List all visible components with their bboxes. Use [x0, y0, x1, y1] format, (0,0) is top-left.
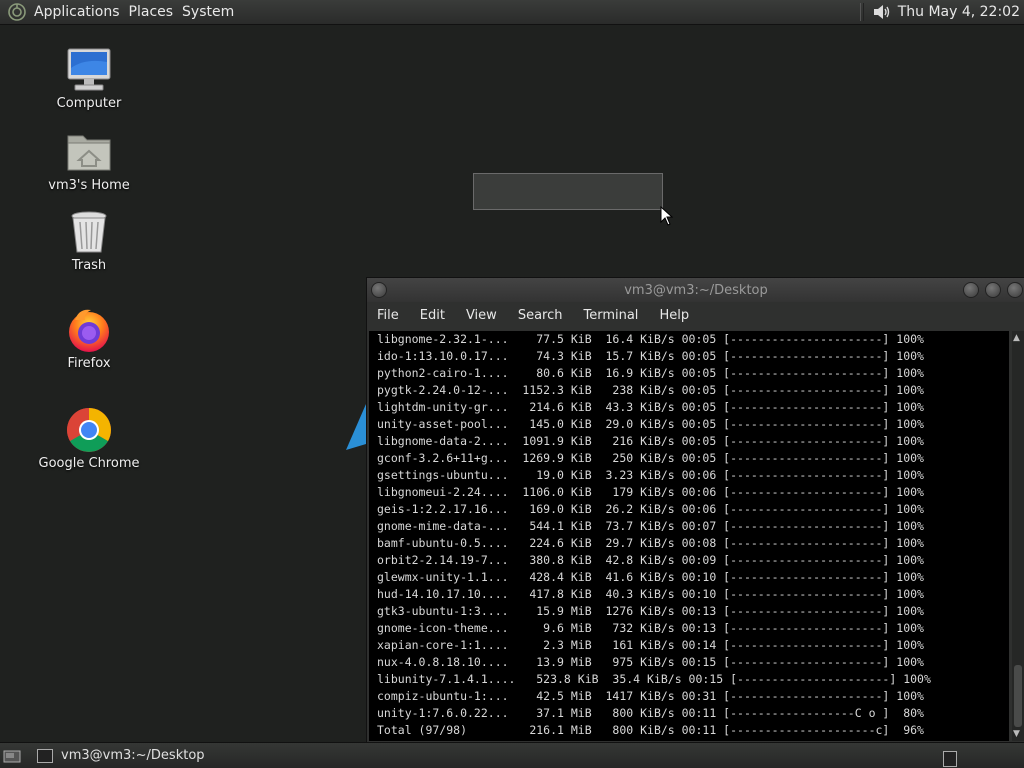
- clock[interactable]: Thu May 4, 22:02: [892, 4, 1024, 20]
- terminal-line: libunity-7.1.4.1.... 523.8 KiB 35.4 KiB/…: [377, 672, 931, 686]
- terminal-line: gconf-3.2.6+11+g... 1269.9 KiB 250 KiB/s…: [377, 451, 924, 465]
- terminal-title: vm3@vm3:~/Desktop: [624, 282, 768, 298]
- terminal-line: libgnome-data-2.... 1091.9 KiB 216 KiB/s…: [377, 434, 924, 448]
- menu-terminal[interactable]: Terminal: [583, 308, 638, 323]
- menu-system[interactable]: System: [182, 4, 243, 20]
- mouse-cursor-icon: [660, 205, 674, 230]
- desktop-icon-computer[interactable]: Computer: [29, 46, 149, 111]
- menu-places[interactable]: Places: [129, 4, 183, 20]
- desktop-icon-home[interactable]: vm3's Home: [29, 128, 149, 193]
- desktop-icon-label: Trash: [71, 258, 107, 273]
- terminal-line: libgnomeui-2.24.... 1106.0 KiB 179 KiB/s…: [377, 485, 924, 499]
- terminal-line: geis-1:2.2.17.16... 169.0 KiB 26.2 KiB/s…: [377, 502, 924, 516]
- show-desktop-icon[interactable]: [3, 748, 21, 764]
- distro-logo-icon[interactable]: [6, 1, 28, 23]
- wallpaper-fragment: [346, 404, 366, 456]
- top-panel: Applications Places System Thu May 4, 22…: [0, 0, 1024, 25]
- menu-search[interactable]: Search: [518, 308, 563, 323]
- window-menu-button[interactable]: [371, 282, 387, 298]
- menu-help[interactable]: Help: [659, 308, 689, 323]
- firefox-icon: [65, 306, 113, 354]
- terminal-line: bamf-ubuntu-0.5.... 224.6 KiB 29.7 KiB/s…: [377, 536, 924, 550]
- terminal-line: lightdm-unity-gr... 214.6 KiB 43.3 KiB/s…: [377, 400, 924, 414]
- terminal-line: orbit2-2.14.19-7... 380.8 KiB 42.8 KiB/s…: [377, 553, 924, 567]
- terminal-line: pygtk-2.24.0-12-... 1152.3 KiB 238 KiB/s…: [377, 383, 924, 397]
- home-folder-icon: [65, 128, 113, 176]
- terminal-menubar: File Edit View Search Terminal Help: [367, 302, 1024, 329]
- minimize-button[interactable]: [963, 282, 979, 298]
- desktop-icon-trash[interactable]: Trash: [29, 208, 149, 273]
- terminal-line: gnome-mime-data-... 544.1 KiB 73.7 KiB/s…: [377, 519, 924, 533]
- scroll-up-icon[interactable]: ▲: [1013, 333, 1020, 343]
- trash-icon: [65, 208, 113, 256]
- bottom-panel: vm3@vm3:~/Desktop: [0, 742, 1024, 768]
- desktop-icon-label: vm3's Home: [48, 178, 130, 193]
- menu-view[interactable]: View: [466, 308, 497, 323]
- terminal-scrollbar[interactable]: ▲ ▼: [1012, 331, 1024, 741]
- menu-applications[interactable]: Applications: [34, 4, 129, 20]
- menu-file[interactable]: File: [377, 308, 399, 323]
- terminal-line: compiz-ubuntu-1:... 42.5 MiB 1417 KiB/s …: [377, 689, 924, 703]
- terminal-line: xapian-core-1:1.... 2.3 MiB 161 KiB/s 00…: [377, 638, 924, 652]
- close-button[interactable]: [1007, 282, 1023, 298]
- chrome-icon: [65, 406, 113, 454]
- terminal-line: ido-1:13.10.0.17... 74.3 KiB 15.7 KiB/s …: [377, 349, 924, 363]
- terminal-window[interactable]: vm3@vm3:~/Desktop File Edit View Search …: [366, 277, 1024, 744]
- floating-popup: [473, 173, 663, 210]
- terminal-line: unity-1:7.6.0.22... 37.1 MiB 800 KiB/s 0…: [377, 706, 924, 720]
- terminal-line: gnome-icon-theme... 9.6 MiB 732 KiB/s 00…: [377, 621, 924, 635]
- desktop-icon-firefox[interactable]: Firefox: [29, 306, 149, 371]
- desktop-icon-label: Computer: [56, 96, 122, 111]
- terminal-screen[interactable]: libgnome-2.32.1-... 77.5 KiB 16.4 KiB/s …: [369, 331, 1009, 741]
- desktop-icon-label: Google Chrome: [38, 456, 140, 471]
- terminal-line: libgnome-2.32.1-... 77.5 KiB 16.4 KiB/s …: [377, 332, 924, 346]
- workspace-switcher-icon[interactable]: [943, 751, 957, 767]
- computer-icon: [65, 46, 113, 94]
- scrollbar-thumb[interactable]: [1014, 665, 1022, 727]
- menu-edit[interactable]: Edit: [420, 308, 445, 323]
- taskbar-item-terminal[interactable]: vm3@vm3:~/Desktop: [31, 745, 211, 767]
- volume-icon[interactable]: [872, 3, 892, 21]
- taskbar-item-label: vm3@vm3:~/Desktop: [61, 748, 205, 763]
- terminal-line: gtk3-ubuntu-1:3.... 15.9 MiB 1276 KiB/s …: [377, 604, 924, 618]
- terminal-line: python2-cairo-1.... 80.6 KiB 16.9 KiB/s …: [377, 366, 924, 380]
- terminal-line: hud-14.10.17.10.... 417.8 KiB 40.3 KiB/s…: [377, 587, 924, 601]
- terminal-line: nux-4.0.8.18.10.... 13.9 MiB 975 KiB/s 0…: [377, 655, 924, 669]
- terminal-titlebar[interactable]: vm3@vm3:~/Desktop: [367, 278, 1024, 302]
- terminal-line: gsettings-ubuntu... 19.0 KiB 3.23 KiB/s …: [377, 468, 924, 482]
- terminal-icon: [37, 748, 53, 763]
- desktop-icon-chrome[interactable]: Google Chrome: [29, 406, 149, 471]
- desktop-icon-label: Firefox: [67, 356, 111, 371]
- terminal-line: unity-asset-pool... 145.0 KiB 29.0 KiB/s…: [377, 417, 924, 431]
- terminal-line: Total (97/98) 216.1 MiB 800 KiB/s 00:11 …: [377, 723, 924, 737]
- panel-separator: [859, 3, 864, 21]
- scroll-down-icon[interactable]: ▼: [1013, 729, 1020, 739]
- terminal-line: glewmx-unity-1.1... 428.4 KiB 41.6 KiB/s…: [377, 570, 924, 584]
- maximize-button[interactable]: [985, 282, 1001, 298]
